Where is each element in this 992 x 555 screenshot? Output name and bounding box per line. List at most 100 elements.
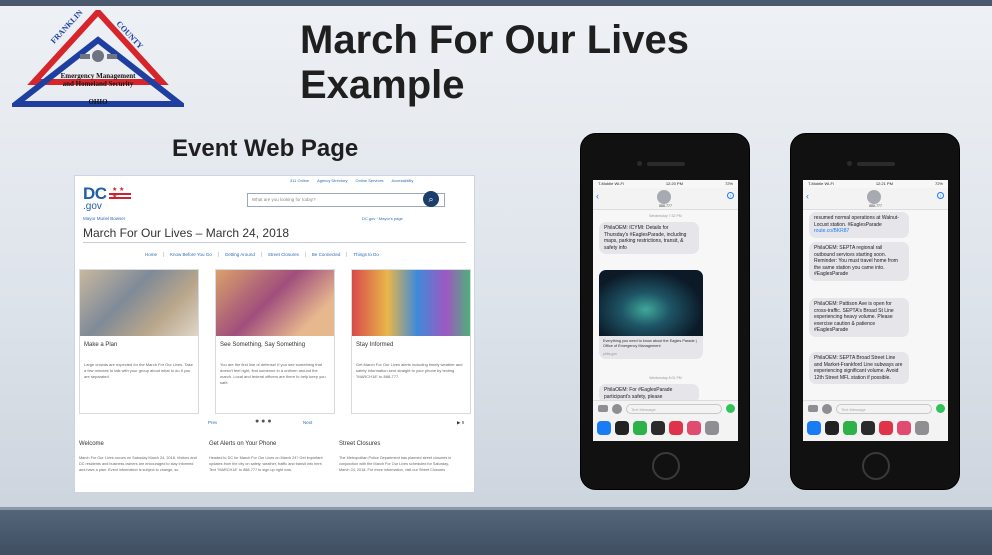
top-bar [0, 0, 992, 6]
app-icon[interactable] [861, 421, 875, 435]
play-pause-button[interactable]: ▶ II [457, 420, 464, 426]
message-input[interactable]: Text Message [836, 404, 932, 414]
avatar[interactable] [867, 190, 881, 204]
contact-name: 888-777 [659, 204, 672, 208]
nav-item-getting-around[interactable]: Getting Around [217, 252, 261, 257]
search-icon[interactable]: ⌕ [423, 191, 439, 207]
message-bubble: PhilaOEM: ICYMI: Details for Thursday's … [599, 222, 699, 254]
send-icon[interactable] [726, 404, 735, 413]
speaker-icon [647, 162, 685, 166]
phone-2-screen: T-Mobile Wi-Fi 12:21 PM 72% ‹ 888-777 i … [803, 180, 948, 441]
app-drawer [593, 416, 738, 441]
column-street-closures: Street Closures The Metropolitan Police … [339, 441, 457, 473]
svg-text:FRANKLIN: FRANKLIN [49, 10, 85, 45]
app-icon[interactable] [915, 421, 929, 435]
status-bar: T-Mobile Wi-Fi 12:21 PM 72% [803, 180, 948, 188]
link-preview[interactable]: Everything you need to know about the Ea… [599, 270, 703, 359]
app-icon[interactable] [669, 421, 683, 435]
app-store-icon[interactable] [822, 404, 832, 414]
phone-1: T-Mobile Wi-Fi 12:20 PM 72% ‹ 888-777 i … [580, 133, 750, 490]
contact-name: 888-777 [869, 204, 882, 208]
battery: 72% [724, 181, 733, 186]
nav-item-things-to-do[interactable]: Things to Do [346, 252, 385, 257]
app-icon[interactable] [651, 421, 665, 435]
back-chevron-icon[interactable]: ‹ [806, 191, 809, 201]
column-heading: Street Closures [339, 441, 381, 447]
status-bar: T-Mobile Wi-Fi 12:20 PM 72% [593, 180, 738, 188]
info-icon[interactable]: i [937, 192, 944, 199]
top-link[interactable]: Agency Directory [317, 178, 347, 183]
slide: FRANKLIN COUNTY Emergency Management and… [0, 0, 992, 555]
info-icon[interactable]: i [727, 192, 734, 199]
nav-item-home[interactable]: Home [139, 252, 163, 257]
app-icon[interactable] [825, 421, 839, 435]
status-time: 12:20 PM [665, 181, 683, 186]
timestamp: Wednesday 7:32 PM [649, 214, 682, 218]
logo-line1: Emergency Management [60, 72, 136, 80]
avatar[interactable] [657, 190, 671, 204]
carrier: T-Mobile Wi-Fi [808, 181, 834, 186]
top-link[interactable]: Online Services [356, 178, 384, 183]
app-icon[interactable] [705, 421, 719, 435]
battery: 72% [934, 181, 943, 186]
dc-gov-logo[interactable]: DC .gov ★ ★ ★ [83, 184, 131, 212]
speaker-icon [857, 162, 895, 166]
message-link[interactable]: route.co/BKR87 [814, 228, 849, 234]
app-store-icon[interactable] [612, 404, 622, 414]
logo-triangles-icon: FRANKLIN COUNTY [7, 7, 189, 107]
dc-flag-icon: ★ ★ ★ [109, 186, 131, 200]
back-chevron-icon[interactable]: ‹ [596, 191, 599, 201]
conversation-header: ‹ 888-777 i [803, 188, 948, 210]
app-icon[interactable] [597, 421, 611, 435]
nav-item-be-connected[interactable]: Be Connected [304, 252, 347, 257]
app-icon[interactable] [633, 421, 647, 435]
column-welcome: Welcome March For Our Lives occurs on Sa… [79, 441, 197, 473]
nav-item-street-closures[interactable]: Street Closures [260, 252, 305, 257]
app-icon[interactable] [897, 421, 911, 435]
carousel-dots[interactable]: ● ● ● [255, 418, 272, 425]
carrier: T-Mobile Wi-Fi [598, 181, 624, 186]
card-stay-informed[interactable]: Stay Informed Get March For Our Lives al… [351, 269, 471, 414]
preview-source: phila.gov [603, 352, 618, 356]
front-camera-icon [847, 161, 852, 166]
breadcrumb[interactable]: Mayor Muriel Bowser [83, 216, 125, 221]
home-button[interactable] [862, 452, 890, 480]
event-nav: Home Know Before You Go Getting Around S… [139, 252, 385, 257]
page-title: March For Our Lives – March 24, 2018 [83, 226, 290, 240]
search-input[interactable]: What are you looking for today? [247, 193, 445, 207]
prev-button[interactable]: Prev [208, 420, 217, 425]
column-text: The Metropolitan Police Department has p… [339, 456, 452, 472]
column-heading: Welcome [79, 441, 104, 447]
column-alerts: Get Alerts on Your Phone Headed to DC fo… [209, 441, 327, 473]
next-button[interactable]: Next [303, 420, 312, 425]
divider [83, 242, 466, 243]
top-links: 311 Online Agency Directory Online Servi… [290, 178, 413, 183]
camera-icon[interactable] [808, 405, 818, 412]
card-image [80, 270, 198, 336]
card-make-a-plan[interactable]: Make a Plan Large crowds are expected fo… [79, 269, 199, 414]
logo-state: OHIO [88, 98, 108, 106]
section-label: Event Web Page [172, 135, 359, 162]
card-title: Stay Informed [356, 342, 394, 348]
card-see-something[interactable]: See Something, Say Something You are the… [215, 269, 335, 414]
logo-line2: and Homeland Security [62, 80, 134, 88]
top-link[interactable]: Accessibility [392, 178, 414, 183]
compose-bar: Text Message [803, 400, 948, 416]
top-link[interactable]: 311 Online [290, 178, 309, 183]
sub-links[interactable]: DC.gov · Mayor's page [362, 216, 403, 221]
home-button[interactable] [652, 452, 680, 480]
app-icon[interactable] [843, 421, 857, 435]
camera-icon[interactable] [598, 405, 608, 412]
app-icon[interactable] [615, 421, 629, 435]
app-icon[interactable] [687, 421, 701, 435]
front-camera-icon [637, 161, 642, 166]
message-input[interactable]: Text Message [626, 404, 722, 414]
card-body: Large crowds are expected for the March … [84, 362, 193, 379]
compose-bar: Text Message [593, 400, 738, 416]
send-icon[interactable] [936, 404, 945, 413]
nav-item-know-before[interactable]: Know Before You Go [163, 252, 218, 257]
app-icon[interactable] [879, 421, 893, 435]
app-icon[interactable] [807, 421, 821, 435]
slide-title: March For Our Lives Example [300, 18, 689, 107]
conversation-header: ‹ 888-777 i [593, 188, 738, 210]
